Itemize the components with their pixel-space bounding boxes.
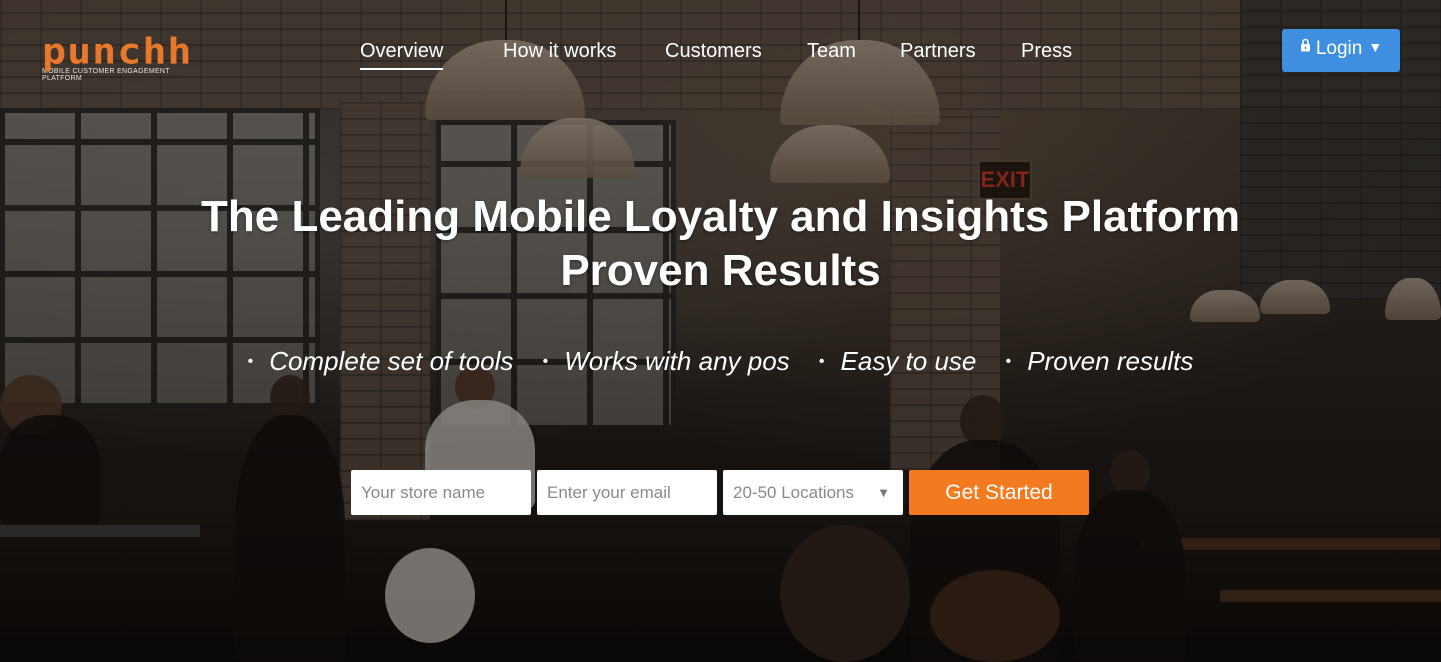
headline-line-2: Proven Results — [560, 246, 881, 295]
nav-overview[interactable]: Overview — [360, 38, 444, 70]
get-started-button[interactable]: Get Started — [909, 470, 1089, 515]
lock-icon — [1300, 27, 1311, 67]
feature-list: • Complete set of tools • Works with any p… — [0, 346, 1441, 377]
dark-overlay — [0, 0, 1441, 662]
nav-team[interactable]: Team — [807, 38, 856, 68]
bullet-icon: • — [542, 353, 549, 370]
locations-select[interactable]: 20-50 Locations ▼ — [723, 470, 903, 515]
email-input[interactable] — [537, 470, 717, 515]
bullet-icon: • — [1005, 353, 1012, 370]
nav-press[interactable]: Press — [1021, 38, 1072, 68]
feature-item: • Easy to use — [819, 346, 976, 377]
feature-item: • Complete set of tools — [248, 346, 514, 377]
locations-selected-value: 20-50 Locations — [733, 483, 854, 502]
bullet-icon: • — [818, 353, 825, 370]
feature-item: • Proven results — [1006, 346, 1194, 377]
store-name-input[interactable] — [351, 470, 531, 515]
dropdown-arrow-icon: ▼ — [877, 485, 890, 500]
feature-label: Complete set of tools — [269, 346, 514, 376]
punchh-logo[interactable]: punchh MOBILE CUSTOMER ENGAGEMENT PLATFO… — [42, 31, 202, 82]
caret-down-icon: ▼ — [1368, 39, 1383, 56]
login-button[interactable]: Login ▼ — [1282, 29, 1400, 72]
logo-wordmark: punchh — [42, 31, 193, 73]
bullet-icon: • — [247, 353, 254, 370]
feature-item: • Works with any pos — [543, 346, 790, 377]
feature-label: Works with any pos — [564, 346, 790, 376]
hero-background: EXIT — [0, 0, 1441, 662]
nav-partners[interactable]: Partners — [900, 38, 976, 68]
login-label: Login — [1315, 38, 1363, 59]
nav-customers[interactable]: Customers — [665, 38, 762, 68]
headline-line-1: The Leading Mobile Loyalty and Insights … — [201, 192, 1240, 241]
nav-how-it-works[interactable]: How it works — [503, 38, 616, 68]
feature-label: Proven results — [1027, 346, 1194, 376]
feature-label: Easy to use — [840, 346, 977, 376]
hero-headline: The Leading Mobile Loyalty and Insights … — [0, 190, 1441, 298]
